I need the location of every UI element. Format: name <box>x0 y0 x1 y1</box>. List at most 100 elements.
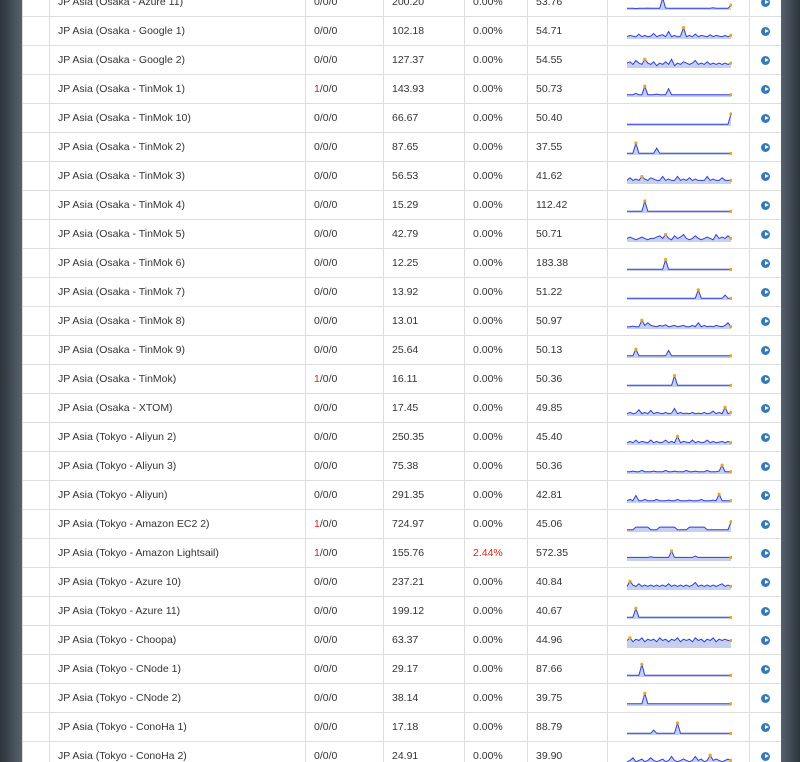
play-icon[interactable] <box>761 519 770 529</box>
avg-value: 127.37 <box>383 45 465 75</box>
loss-counts: 0/0/0 <box>305 654 384 684</box>
play-icon[interactable] <box>761 374 770 384</box>
loss-counts: 0/0/0 <box>305 161 384 191</box>
play-icon[interactable] <box>761 548 770 558</box>
row-spacer-cell <box>22 132 50 162</box>
node-name: JP Asia (Tokyo - Azure 11) <box>49 596 306 626</box>
play-icon[interactable] <box>761 606 770 616</box>
sparkline-area <box>627 494 731 503</box>
action-cell <box>749 74 781 104</box>
sparkline-marker <box>643 84 647 88</box>
sparkline-marker <box>643 199 647 203</box>
loss-percent: 0.00% <box>464 625 528 655</box>
play-icon[interactable] <box>761 722 770 732</box>
action-cell <box>749 625 781 655</box>
play-icon[interactable] <box>761 577 770 587</box>
play-icon[interactable] <box>761 751 770 761</box>
latency-value: 39.90 <box>527 741 608 762</box>
sparkline-line <box>627 257 731 270</box>
action-cell <box>749 335 781 365</box>
sparkline-cell <box>607 0 750 17</box>
play-icon[interactable] <box>761 0 770 7</box>
play-icon[interactable] <box>761 664 770 674</box>
loss-count-rest: /0/0 <box>319 402 338 414</box>
loss-counts: 0/0/0 <box>305 248 384 278</box>
latency-sparkline <box>627 691 732 706</box>
row-spacer-cell <box>22 509 50 539</box>
loss-count-rest: /0/0 <box>319 663 338 675</box>
play-icon[interactable] <box>761 55 770 65</box>
node-name: JP Asia (Osaka - TinMok 1) <box>49 74 306 104</box>
sparkline-marker <box>729 520 732 524</box>
table-row: JP Asia (Osaka - TinMok 5) 0/0/0 42.79 0.00… <box>22 219 781 249</box>
latency-value: 51.22 <box>527 277 608 307</box>
play-icon[interactable] <box>761 258 770 268</box>
play-icon[interactable] <box>761 84 770 94</box>
play-icon[interactable] <box>761 200 770 210</box>
loss-count-rest: /0/0 <box>319 547 338 559</box>
latency-value: 50.40 <box>527 103 608 133</box>
play-icon[interactable] <box>761 171 770 181</box>
table-row: JP Asia (Osaka - TinMok 3) 0/0/0 56.53 0.00… <box>22 161 781 191</box>
avg-value: 724.97 <box>383 509 465 539</box>
play-icon[interactable] <box>761 490 770 500</box>
loss-counts: 0/0/0 <box>305 306 384 336</box>
loss-counts: 0/0/0 <box>305 422 384 452</box>
play-icon[interactable] <box>761 635 770 645</box>
loss-count-rest: /0/0 <box>319 489 338 501</box>
table-row: JP Asia (Osaka - Google 1) 0/0/0 102.18 0.0… <box>22 16 781 46</box>
latency-value: 50.97 <box>527 306 608 336</box>
loss-count-rest: /0/0 <box>319 315 338 327</box>
loss-percent: 0.00% <box>464 306 528 336</box>
avg-value: 38.14 <box>383 683 465 713</box>
sparkline-cell <box>607 190 750 220</box>
loss-count-rest: /0/0 <box>319 228 338 240</box>
play-icon[interactable] <box>761 461 770 471</box>
play-icon[interactable] <box>761 229 770 239</box>
play-icon[interactable] <box>761 693 770 703</box>
node-name: JP Asia (Tokyo - Aliyun) <box>49 480 306 510</box>
latency-sparkline <box>627 549 732 561</box>
loss-count-rest: /0/0 <box>319 576 338 588</box>
sparkline-line <box>627 464 731 473</box>
play-icon[interactable] <box>761 403 770 413</box>
node-name: JP Asia (Osaka - TinMok 7) <box>49 277 306 307</box>
play-icon[interactable] <box>761 113 770 123</box>
node-name: JP Asia (Tokyo - Aliyun 2) <box>49 422 306 452</box>
node-name: JP Asia (Osaka - XTOM) <box>49 393 306 423</box>
node-name: JP Asia (Tokyo - Azure 10) <box>49 567 306 597</box>
loss-percent: 0.00% <box>464 0 528 17</box>
loss-count-rest: /0/0 <box>319 373 338 385</box>
sparkline-cell <box>607 335 750 365</box>
monitor-table: JP Asia (Osaka - Azure 11) 0/0/0 200.20 0.0… <box>22 0 781 762</box>
play-icon[interactable] <box>761 142 770 152</box>
avg-value: 17.45 <box>383 393 465 423</box>
latency-value: 183.38 <box>527 248 608 278</box>
action-cell <box>749 683 781 713</box>
play-icon[interactable] <box>761 432 770 442</box>
play-icon[interactable] <box>761 345 770 355</box>
loss-percent: 0.00% <box>464 16 528 46</box>
loss-counts: 0/0/0 <box>305 683 384 713</box>
play-icon[interactable] <box>761 316 770 326</box>
latency-sparkline <box>626 753 732 762</box>
loss-percent: 0.00% <box>464 132 528 162</box>
avg-value: 29.17 <box>383 654 465 684</box>
loss-count-rest: /0/0 <box>319 431 338 443</box>
play-icon[interactable] <box>761 26 770 36</box>
sparkline-line <box>627 141 731 154</box>
play-icon[interactable] <box>761 287 770 297</box>
loss-counts: 1/0/0 <box>305 74 384 104</box>
loss-percent: 0.00% <box>464 364 528 394</box>
latency-value: 50.36 <box>527 451 608 481</box>
action-cell <box>749 451 781 481</box>
action-cell <box>749 16 781 46</box>
loss-counts: 0/0/0 <box>305 132 384 162</box>
latency-sparkline <box>626 405 732 416</box>
node-name: JP Asia (Osaka - TinMok 8) <box>49 306 306 336</box>
sparkline-area <box>627 550 731 561</box>
sparkline-marker <box>723 405 727 409</box>
loss-percent: 0.00% <box>464 219 528 249</box>
avg-value: 24.91 <box>383 741 465 762</box>
avg-value: 12.25 <box>383 248 465 278</box>
